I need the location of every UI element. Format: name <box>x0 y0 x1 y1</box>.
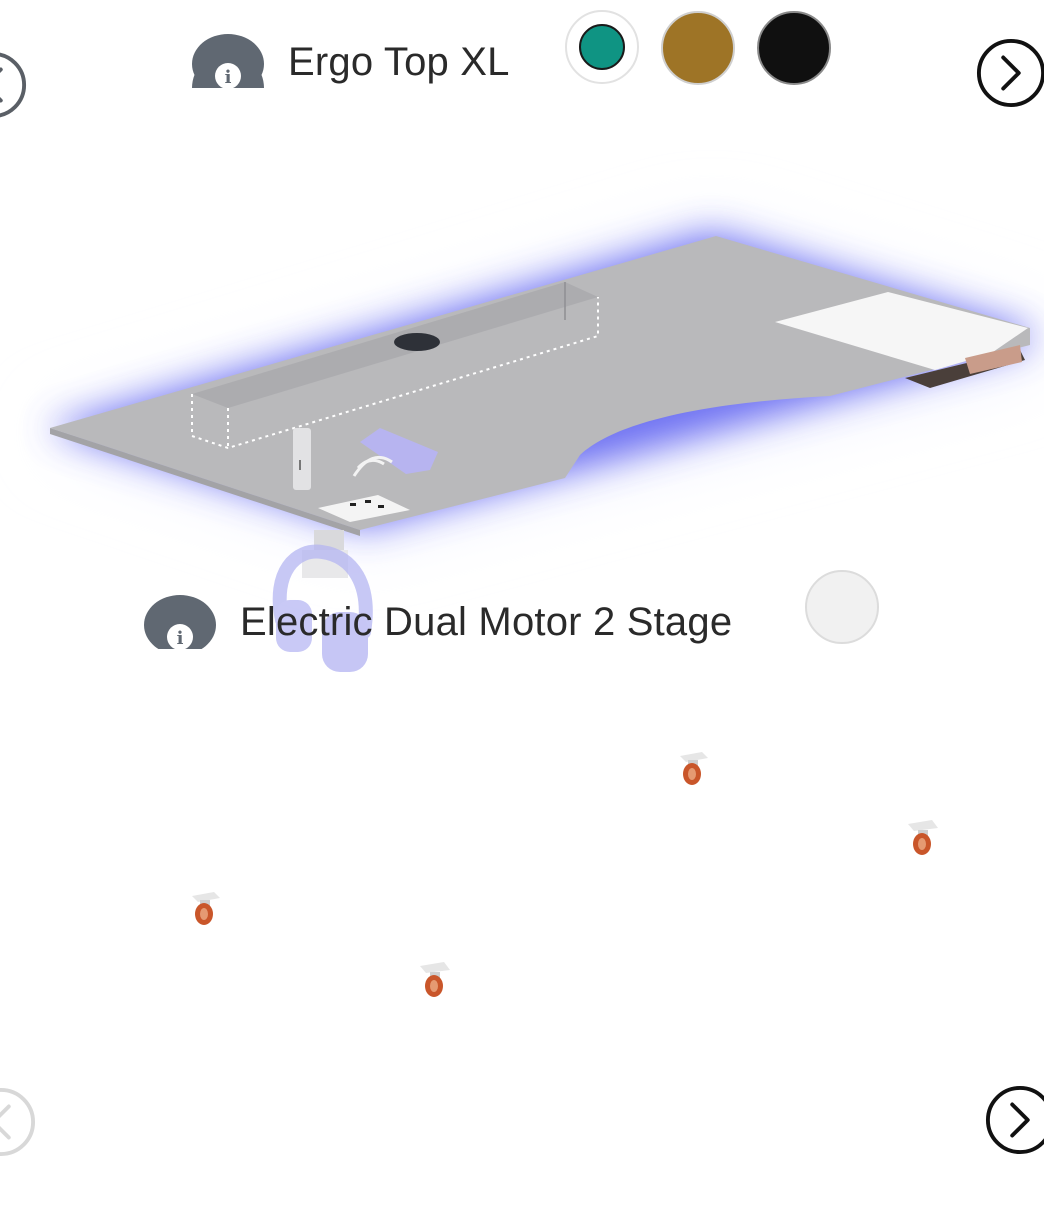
usb-stick-icon <box>293 428 311 490</box>
swatch-gold[interactable] <box>661 11 735 85</box>
caster-wheel-icon <box>192 752 938 997</box>
base-prev-button[interactable] <box>0 1087 36 1157</box>
info-icon: i <box>225 67 232 88</box>
base-info-button[interactable]: i <box>144 587 216 649</box>
base-next-button[interactable] <box>985 1085 1044 1155</box>
base-product-name: Electric Dual Motor 2 Stage <box>240 600 733 644</box>
top-info-button[interactable]: i <box>192 26 264 88</box>
swatch-light-grey[interactable] <box>805 570 879 644</box>
grommet-icon <box>394 333 440 351</box>
swatch-black[interactable] <box>757 11 831 85</box>
swatch-teal[interactable] <box>565 10 639 84</box>
top-next-button[interactable] <box>976 38 1044 108</box>
top-product-name: Ergo Top XL <box>288 40 510 84</box>
top-prev-button[interactable] <box>0 50 28 120</box>
info-icon: i <box>177 628 184 649</box>
swatch-teal-dot <box>579 24 625 70</box>
